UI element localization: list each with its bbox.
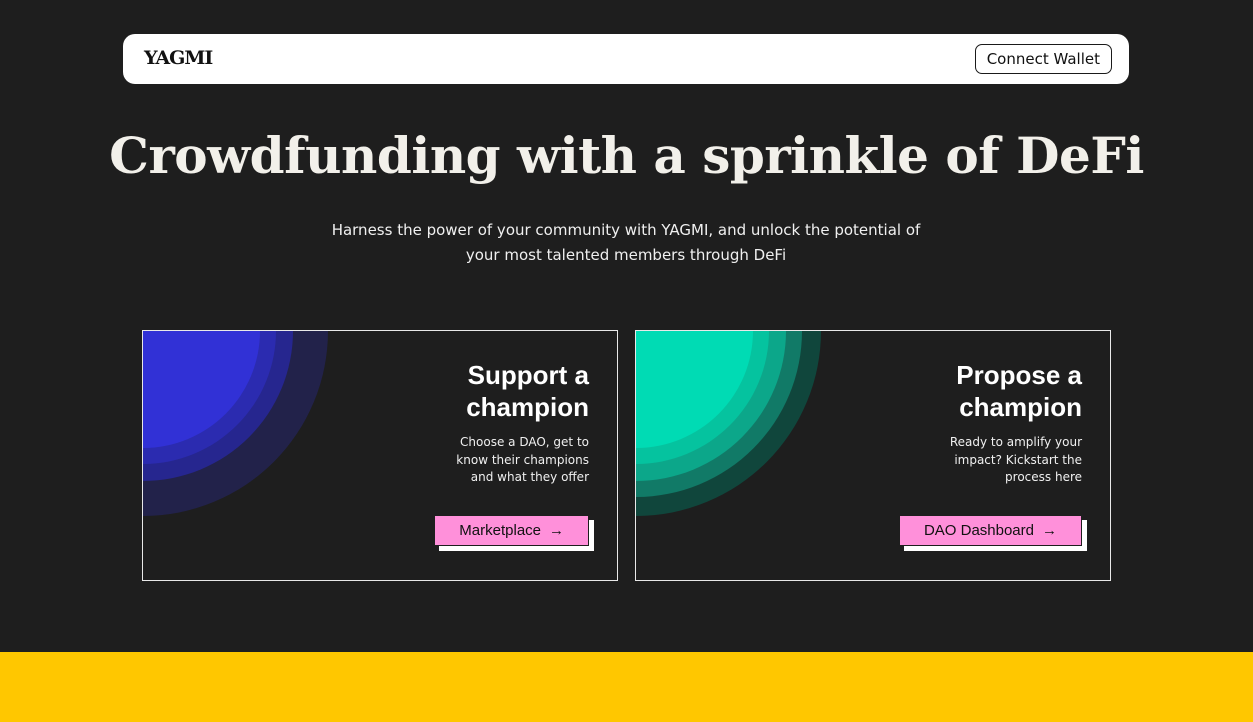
- button-label: DAO Dashboard: [923, 522, 1034, 539]
- dao-dashboard-button-wrapper: DAO Dashboard →: [898, 515, 1087, 551]
- card-title: Propose a champion: [956, 360, 1082, 422]
- card-title: Support a champion: [466, 360, 589, 422]
- propose-champion-card: Propose a champion Ready to amplify your…: [635, 330, 1111, 581]
- blue-rings-graphic: [143, 331, 328, 516]
- navbar: YAGMI Connect Wallet: [123, 34, 1129, 84]
- marketplace-button-wrapper: Marketplace →: [434, 515, 594, 551]
- logo[interactable]: YAGMI: [144, 47, 213, 69]
- card-description: Ready to amplify your impact? Kickstart …: [949, 435, 1082, 484]
- arrow-right-icon: →: [1042, 522, 1057, 539]
- marketplace-button[interactable]: Marketplace →: [434, 515, 589, 546]
- page: YAGMI Connect Wallet Crowdfunding with a…: [0, 0, 1253, 722]
- dao-dashboard-button[interactable]: DAO Dashboard →: [898, 515, 1082, 546]
- connect-wallet-button[interactable]: Connect Wallet: [974, 44, 1112, 74]
- support-champion-card: Support a champion Choose a DAO, get to …: [142, 330, 618, 581]
- footer-band: [0, 652, 1253, 722]
- hero-title: Crowdfunding with a sprinkle of DeFi: [109, 126, 1144, 185]
- hero-subtitle: Harness the power of your community with…: [331, 221, 921, 264]
- card-description: Choose a DAO, get to know their champion…: [456, 435, 589, 484]
- arrow-right-icon: →: [549, 522, 564, 539]
- green-rings-graphic: [636, 331, 821, 516]
- button-label: Marketplace: [459, 522, 541, 539]
